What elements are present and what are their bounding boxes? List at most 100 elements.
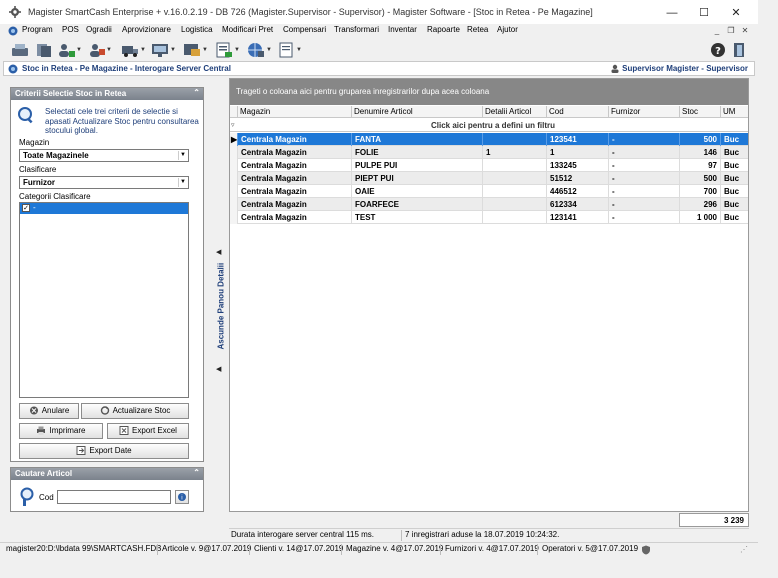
table-row[interactable]: ▶ Centrala Magazin FANTA 123541-500 Buc: [230, 133, 748, 146]
row-indicator[interactable]: [230, 146, 238, 159]
cell-um[interactable]: Buc: [721, 211, 748, 224]
cell-um[interactable]: Buc: [721, 185, 748, 198]
supplier-dropdown-icon[interactable]: ▼: [106, 47, 112, 53]
cell-cod[interactable]: 123541: [547, 133, 609, 146]
cell-detalii[interactable]: [483, 211, 547, 224]
row-indicator[interactable]: [230, 185, 238, 198]
network-dropdown-icon[interactable]: ▼: [266, 47, 272, 53]
cell-denumire[interactable]: OAIE: [352, 185, 483, 198]
table-row[interactable]: Centrala Magazin PIEPT PUI 51512-500 Buc: [230, 172, 748, 185]
cell-stoc[interactable]: 97: [680, 159, 721, 172]
collapse-chevron-icon[interactable]: ⌃: [193, 468, 200, 477]
cell-furnizor[interactable]: -: [609, 146, 680, 159]
menu-pos[interactable]: POS: [62, 25, 79, 34]
filter-hint[interactable]: Click aici pentru a defini un filtru: [238, 121, 748, 130]
users-icon[interactable]: [56, 41, 76, 59]
filter-row[interactable]: ▿ Click aici pentru a defini un filtru: [230, 119, 748, 132]
supplier-icon[interactable]: [86, 41, 106, 59]
cell-denumire[interactable]: TEST: [352, 211, 483, 224]
cell-furnizor[interactable]: -: [609, 185, 680, 198]
cell-furnizor[interactable]: -: [609, 198, 680, 211]
cell-furnizor[interactable]: -: [609, 211, 680, 224]
magazin-select[interactable]: Toate Magazinele ▼: [19, 149, 189, 162]
menu-rapoarte[interactable]: Rapoarte: [427, 25, 460, 34]
minimize-button[interactable]: —: [660, 4, 684, 22]
filter-icon[interactable]: ▿: [231, 121, 235, 129]
pos-register-icon[interactable]: [10, 41, 30, 59]
monitor-dropdown-icon[interactable]: ▼: [170, 47, 176, 53]
menu-modificari-pret[interactable]: Modificari Pret: [222, 25, 273, 34]
cell-stoc[interactable]: 700: [680, 185, 721, 198]
exit-door-icon[interactable]: [730, 41, 750, 59]
column-header-magazin[interactable]: Magazin: [238, 106, 352, 118]
cell-detalii[interactable]: [483, 159, 547, 172]
table-row[interactable]: Centrala Magazin TEST 123141-1 000 Buc: [230, 211, 748, 224]
panel-splitter[interactable]: ◀ Ascunde Panou Detalii ◀: [213, 78, 227, 526]
cell-stoc[interactable]: 296: [680, 198, 721, 211]
cell-um[interactable]: Buc: [721, 146, 748, 159]
categorie-list-item[interactable]: ✓ -: [20, 203, 188, 214]
export-date-button[interactable]: Export Date: [19, 443, 189, 459]
cell-furnizor[interactable]: -: [609, 133, 680, 146]
clasificare-select[interactable]: Furnizor ▼: [19, 176, 189, 189]
search-button[interactable]: i: [175, 490, 189, 504]
table-row[interactable]: Centrala Magazin FOARFECE 612334-296 Buc: [230, 198, 748, 211]
cell-detalii[interactable]: [483, 198, 547, 211]
row-indicator[interactable]: [230, 198, 238, 211]
chevron-down-icon[interactable]: ▼: [178, 151, 187, 160]
menu-compensari[interactable]: Compensari: [283, 25, 326, 34]
cell-magazin[interactable]: Centrala Magazin: [238, 198, 352, 211]
network-globe-icon[interactable]: [246, 41, 266, 59]
group-by-band[interactable]: Trageti o coloana aici pentru gruparea i…: [230, 79, 748, 105]
monitor-icon[interactable]: [150, 41, 170, 59]
delivery-dropdown-icon[interactable]: ▼: [140, 47, 146, 53]
cell-cod[interactable]: 446512: [547, 185, 609, 198]
table-row[interactable]: Centrala Magazin PULPE PUI 133245-97 Buc: [230, 159, 748, 172]
report-page-icon[interactable]: [276, 41, 296, 59]
cell-cod[interactable]: 51512: [547, 172, 609, 185]
cell-detalii[interactable]: 1: [483, 146, 547, 159]
help-icon[interactable]: ?: [708, 41, 728, 59]
imprimare-button[interactable]: Imprimare: [19, 423, 103, 439]
chevron-down-icon[interactable]: ▼: [178, 178, 187, 187]
splitter-label[interactable]: Ascunde Panou Detalii: [217, 263, 226, 350]
cell-cod[interactable]: 133245: [547, 159, 609, 172]
cell-detalii[interactable]: [483, 172, 547, 185]
cell-denumire[interactable]: PIEPT PUI: [352, 172, 483, 185]
cell-stoc[interactable]: 500: [680, 133, 721, 146]
cell-um[interactable]: Buc: [721, 198, 748, 211]
maximize-button[interactable]: ☐: [692, 4, 716, 22]
menu-transformari[interactable]: Transformari: [334, 25, 379, 34]
cell-um[interactable]: Buc: [721, 133, 748, 146]
cell-denumire[interactable]: FANTA: [352, 133, 483, 146]
column-header-detalii[interactable]: Detalii Articol: [483, 106, 547, 118]
row-indicator[interactable]: ▶: [230, 133, 238, 146]
cell-detalii[interactable]: [483, 185, 547, 198]
cod-input[interactable]: [57, 490, 171, 504]
cell-cod[interactable]: 1: [547, 146, 609, 159]
cell-cod[interactable]: 123141: [547, 211, 609, 224]
mdi-restore-button[interactable]: ❐: [726, 26, 736, 36]
anulare-button[interactable]: Anulare: [19, 403, 79, 419]
cell-um[interactable]: Buc: [721, 172, 748, 185]
cell-denumire[interactable]: FOLIE: [352, 146, 483, 159]
menu-logistica[interactable]: Logistica: [181, 25, 213, 34]
row-indicator[interactable]: [230, 159, 238, 172]
cell-detalii[interactable]: [483, 133, 547, 146]
collapse-left-arrow-icon[interactable]: ◀: [216, 365, 221, 373]
documents-icon[interactable]: [34, 41, 54, 59]
resize-grip-icon[interactable]: ⋰: [740, 545, 748, 554]
cell-cod[interactable]: 612334: [547, 198, 609, 211]
menu-aprovizionare[interactable]: Aprovizionare: [122, 25, 171, 34]
menu-ogradii[interactable]: Ogradii: [86, 25, 112, 34]
table-row[interactable]: Centrala Magazin FOLIE 1 1-146 Buc: [230, 146, 748, 159]
cell-stoc[interactable]: 500: [680, 172, 721, 185]
categorii-list[interactable]: ✓ -: [19, 202, 189, 398]
row-indicator[interactable]: [230, 211, 238, 224]
export-excel-button[interactable]: Export Excel: [107, 423, 189, 439]
cell-furnizor[interactable]: -: [609, 172, 680, 185]
report-dropdown-icon[interactable]: ▼: [296, 47, 302, 53]
actualizare-stoc-button[interactable]: Actualizare Stoc: [81, 403, 189, 419]
inventory-dropdown-icon[interactable]: ▼: [234, 47, 240, 53]
cell-magazin[interactable]: Centrala Magazin: [238, 172, 352, 185]
